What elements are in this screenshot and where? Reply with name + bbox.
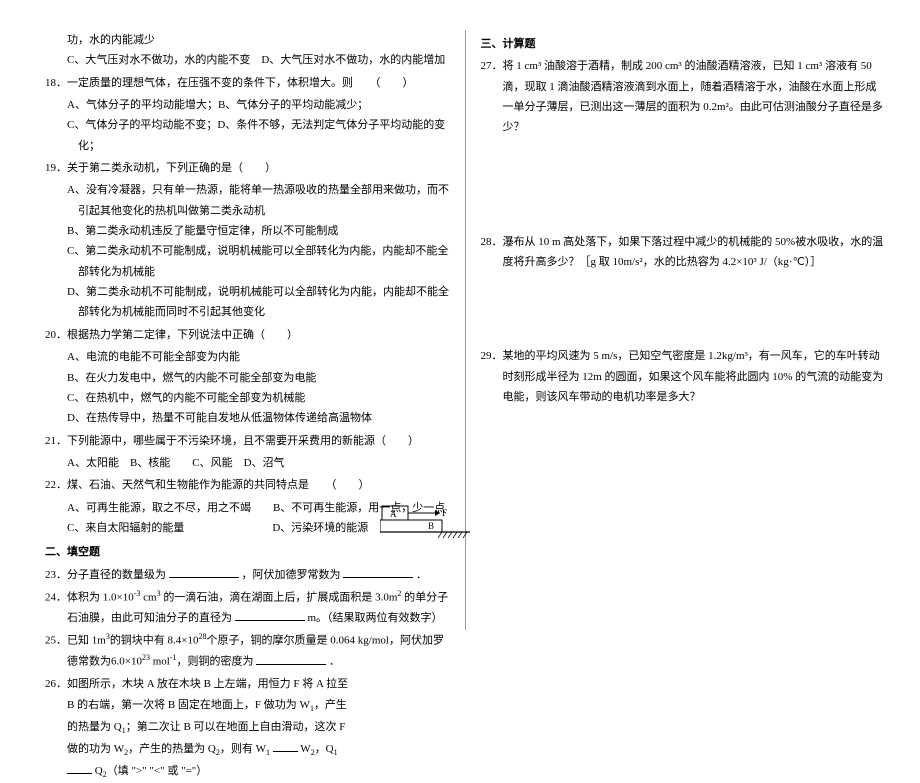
q20-option-a: A、电流的电能不可能全部变为内能 [45, 347, 450, 367]
q25-text-b: 的铜块中有 8.4×10 [110, 635, 199, 647]
q24: 24．体积为 1.0×10-3 cm3 的一滴石油，滴在湖面上后，扩展成面积是 … [45, 587, 450, 628]
q19-option-c: C、第二类永动机不可能制成，说明机械能可以全部转化为内能，内能却不能全部转化为机… [45, 241, 450, 282]
q26-text-g: ，Q [315, 743, 334, 755]
q26-figure: A F B [380, 504, 470, 542]
q26-text-d: ，产生的热量为 Q [128, 743, 216, 755]
q20-option-d: D、在热传导中，热量不可能自发地从低温物体传递给高温物体 [45, 408, 450, 428]
q17-option-c: C、大气压对水不做功，水的内能不变 [67, 54, 250, 66]
q26-blank-1[interactable] [273, 741, 298, 752]
q25-text-a: 25．已知 1m [45, 635, 106, 647]
q29: 29．某地的平均风速为 5 m/s，已知空气密度是 1.2kg/m³，有一风车，… [481, 346, 886, 407]
q24-text-e: m。（结果取两位有效数字） [308, 612, 443, 624]
q24-blank[interactable] [235, 610, 305, 621]
q25-sup-2: 28 [199, 632, 207, 641]
q26-text-h: Q [95, 765, 103, 777]
q20-stem: 20．根据热力学第二定律，下列说法中正确（ ） [45, 325, 450, 345]
fig-label-b: B [428, 521, 434, 531]
section-2-heading: 二、填空题 [45, 542, 450, 562]
q26: 26．如图所示，木块 A 放在木块 B 上左端，用恒力 F 将 A 拉至 B 的… [45, 674, 450, 782]
q25-sup-4: -1 [170, 653, 177, 662]
fig-label-a: A [390, 509, 397, 519]
q20-option-b: B、在火力发电中，燃气的内能不可能全部变为电能 [45, 368, 450, 388]
q26-blank-2[interactable] [67, 763, 92, 774]
q24-text-c: 的一滴石油，滴在湖面上后，扩展成面积是 3.0m [161, 592, 398, 604]
q26-sub-5: 1 [266, 748, 270, 757]
q26-text-a: 26．如图所示，木块 A 放在木块 B 上左端，用恒力 F 将 A 拉至 B 的… [45, 678, 348, 710]
q17-options-cd: C、大气压对水不做功，水的内能不变 D、大气压对水不做功，水的内能增加 [45, 50, 450, 70]
q24-text-a: 24．体积为 1.0×10 [45, 592, 134, 604]
q23: 23．分子直径的数量级为 ，阿伏加德罗常数为 ． [45, 565, 450, 585]
q21-options: A、太阳能 B、核能 C、风能 D、沼气 [45, 453, 450, 473]
q17-option-cont: 功，水的内能减少 [45, 30, 450, 50]
q27-workspace [481, 140, 886, 230]
q25-sup-3: 23 [142, 653, 150, 662]
q25: 25．已知 1m3的铜块中有 8.4×1028个原子，铜的摩尔质量是 0.064… [45, 630, 450, 672]
q23-text-a: 23．分子直径的数量级为 [45, 569, 166, 581]
q25-text-d: mol [150, 656, 170, 668]
q20-option-c: C、在热机中，燃气的内能不可能全部变为机械能 [45, 388, 450, 408]
q18-option-ab: A、气体分子的平均动能增大；B、气体分子的平均动能减少； [45, 95, 450, 115]
q19-option-a: A、没有冷凝器，只有单一热源，能将单一热源吸收的热量全部用来做功，而不引起其他变… [45, 180, 450, 221]
q22-stem: 22．煤、石油、天然气和生物能作为能源的共同特点是 （ ） [45, 475, 450, 495]
q18-stem: 18．一定质量的理想气体，在压强不变的条件下，体积增大。则 （ ） [45, 73, 450, 93]
q25-text-f: ． [329, 656, 340, 668]
q26-text-e: ，则有 W [220, 743, 266, 755]
exam-page: 功，水的内能减少 C、大气压对水不做功，水的内能不变 D、大气压对水不做功，水的… [0, 0, 920, 650]
q26-text-i: （填 ">" "<" 或 "="） [107, 765, 208, 777]
fig-label-f: F [442, 508, 447, 518]
q28: 28．瀑布从 10 m 高处落下，如果下落过程中减少的机械能的 50%被水吸收，… [481, 232, 886, 273]
q28-workspace [481, 274, 886, 344]
q19-option-d: D、第二类永动机不可能制成，说明机械能可以全部转化为内能，内能却不能全部转化为机… [45, 282, 450, 323]
q25-text-e: ，则铜的密度为 [177, 656, 254, 668]
q24-text-b: cm [140, 592, 156, 604]
q25-blank[interactable] [256, 654, 326, 665]
section-3-heading: 三、计算题 [481, 34, 886, 54]
q23-text-b: ，阿伏加德罗常数为 [242, 569, 341, 581]
q27: 27．将 1 cm³ 油酸溶于酒精，制成 200 cm³ 的油酸酒精溶液，已知 … [481, 56, 886, 137]
q26-sub-7: 1 [334, 748, 338, 757]
q18-option-cd: C、气体分子的平均动能不变；D、条件不够，无法判定气体分子平均动能的变化； [45, 115, 450, 156]
q23-blank-1[interactable] [169, 567, 239, 578]
q17-option-d: D、大气压对水不做功，水的内能增加 [261, 54, 445, 66]
q21-stem: 21．下列能源中，哪些属于不污染环境，且不需要开采费用的新能源（ ） [45, 431, 450, 451]
q19-option-b: B、第二类永动机违反了能量守恒定律，所以不可能制成 [45, 221, 450, 241]
q23-blank-2[interactable] [343, 567, 413, 578]
q26-text-f: W [300, 743, 310, 755]
q23-text-c: ． [416, 569, 427, 581]
q19-stem: 19．关于第二类永动机，下列正确的是（ ） [45, 158, 450, 178]
right-column: 三、计算题 27．将 1 cm³ 油酸溶于酒精，制成 200 cm³ 的油酸酒精… [466, 30, 901, 630]
